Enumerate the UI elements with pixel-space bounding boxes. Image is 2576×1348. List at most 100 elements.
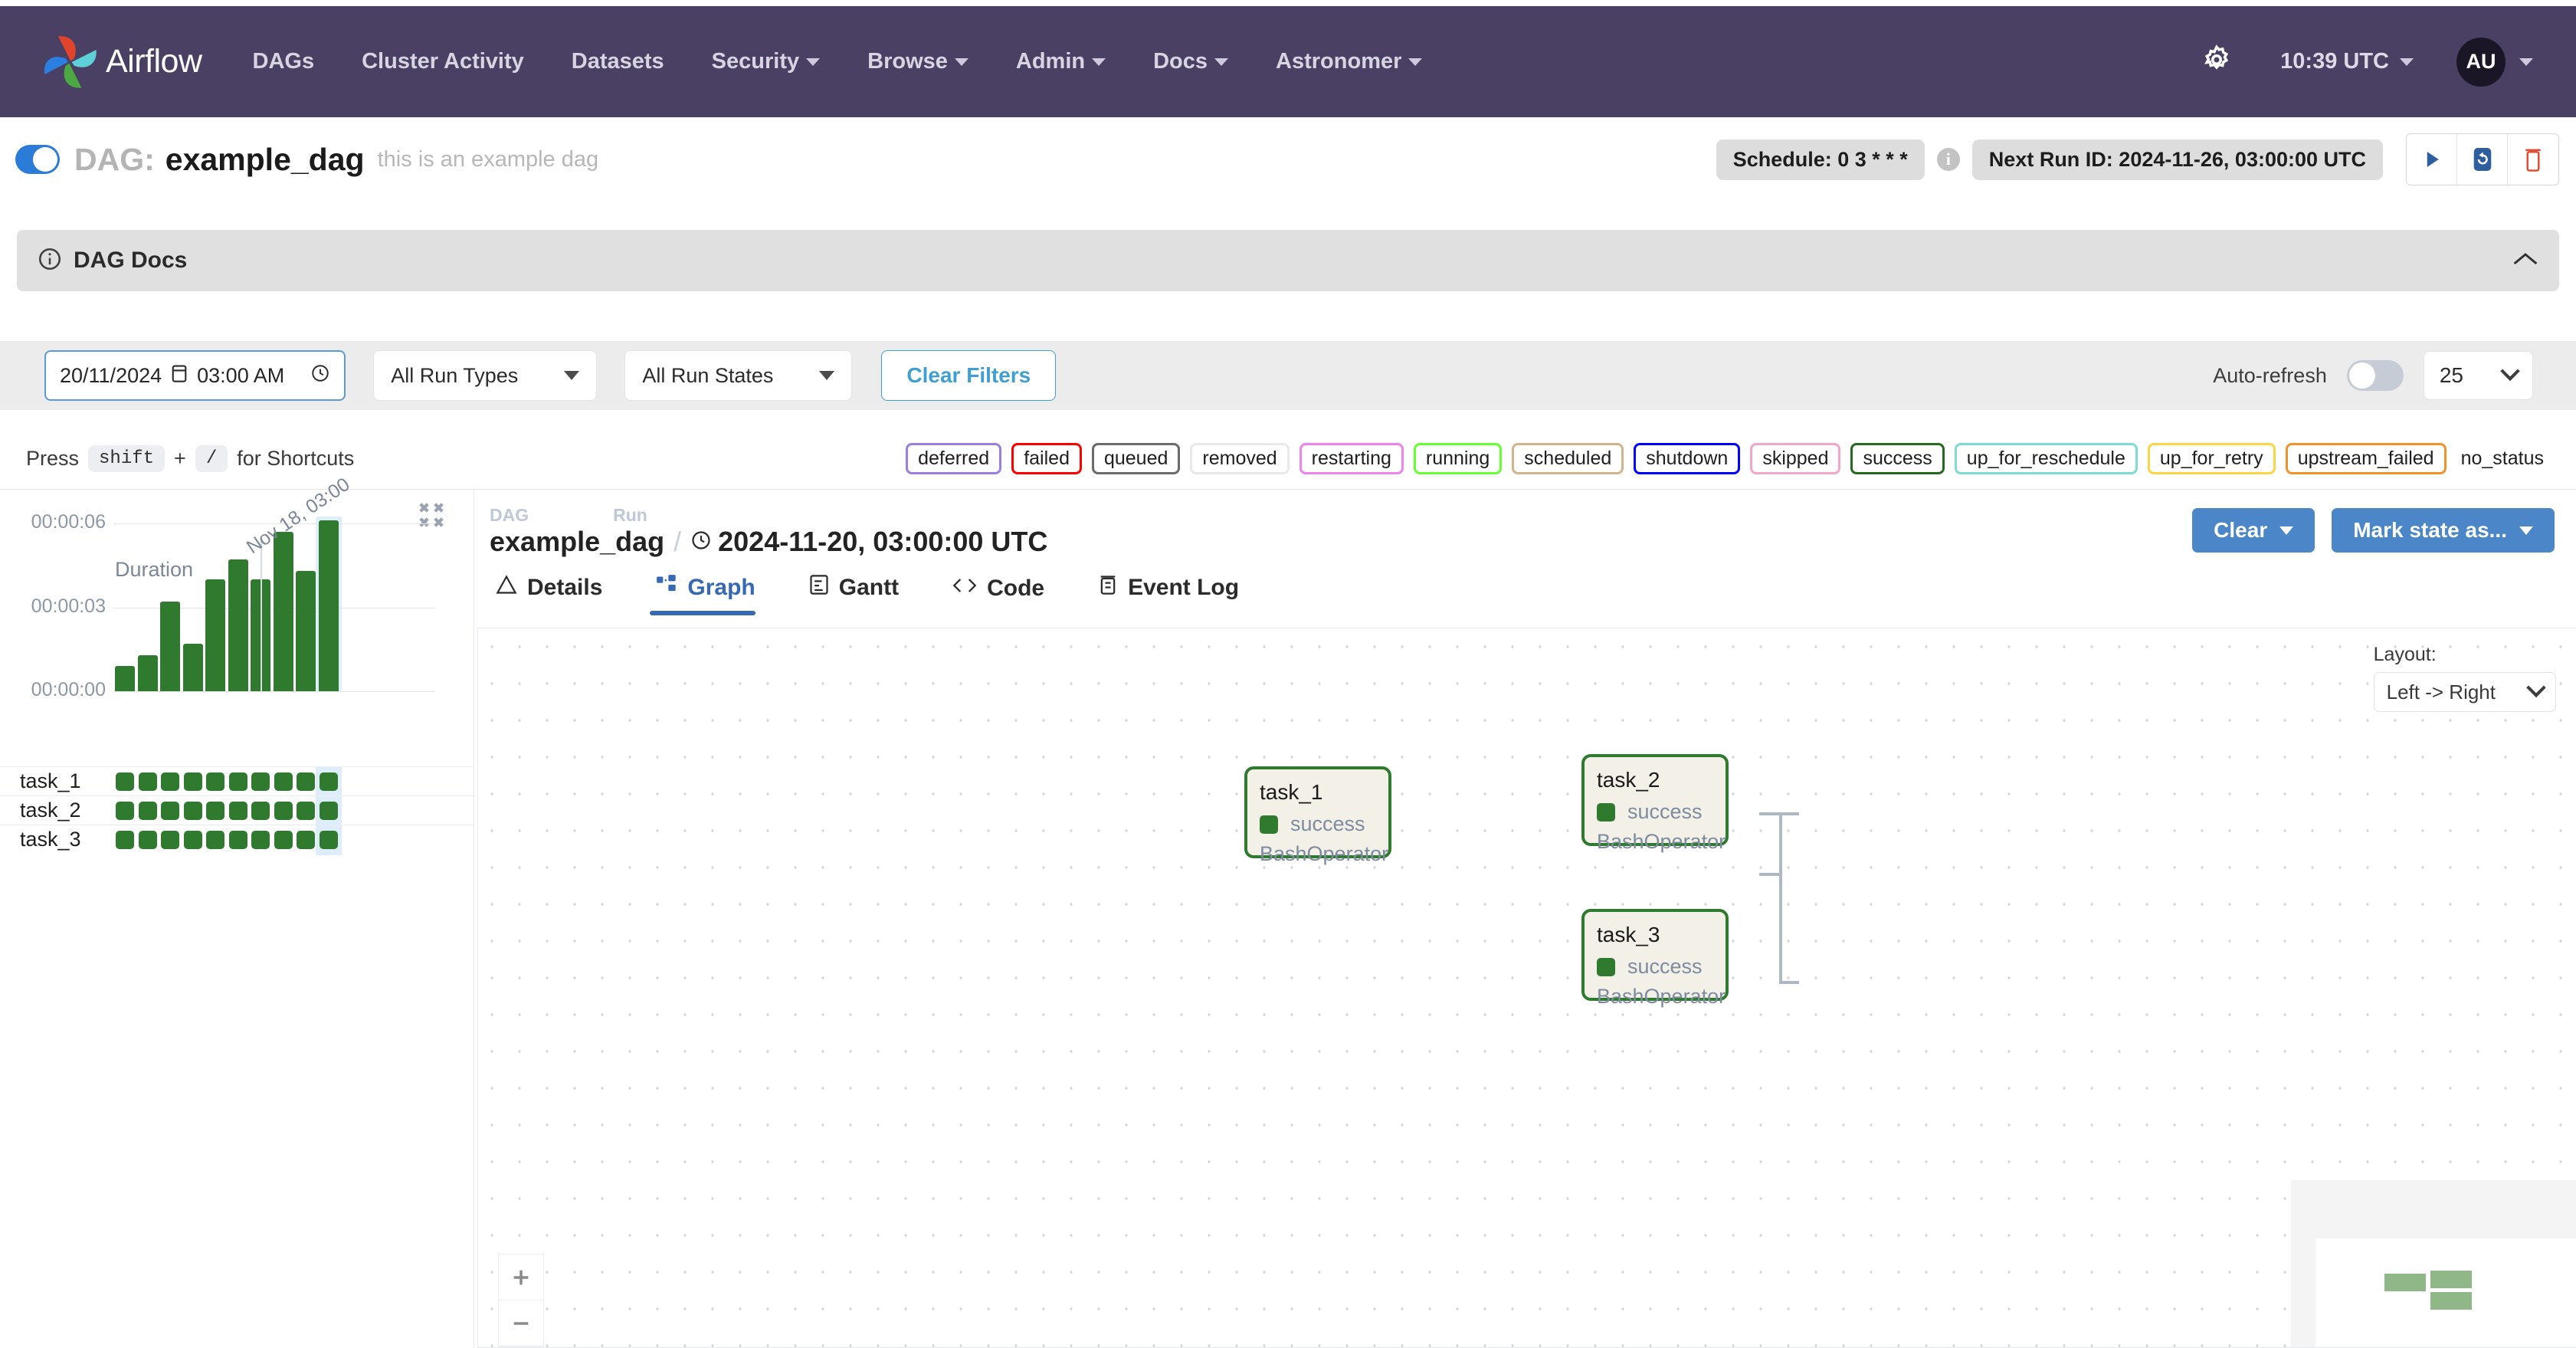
task-instance-square[interactable] xyxy=(116,802,134,820)
task-grid-row[interactable]: task_1 xyxy=(0,766,474,795)
tab-event-log[interactable]: Event Log xyxy=(1092,566,1262,615)
graph-minimap[interactable] xyxy=(2291,1180,2576,1347)
run-datetime-input[interactable]: 20/11/2024 03:00 AM xyxy=(44,350,346,401)
gear-icon[interactable] xyxy=(2201,44,2233,80)
run-type-select[interactable]: All Run Types xyxy=(373,350,597,401)
legend-pill-up-for-retry[interactable]: up_for_retry xyxy=(2148,443,2276,474)
task-instance-square[interactable] xyxy=(139,831,157,849)
task-instance-square[interactable] xyxy=(320,772,338,791)
tab-code[interactable]: Code xyxy=(946,568,1067,615)
nav-item-datasets[interactable]: Datasets xyxy=(572,49,664,74)
legend-pill-failed[interactable]: failed xyxy=(1011,443,1082,474)
zoom-out-icon[interactable] xyxy=(499,1300,543,1346)
duration-bar[interactable] xyxy=(160,602,180,691)
legend-pill-up-for-reschedule[interactable]: up_for_reschedule xyxy=(1955,443,2138,474)
user-menu[interactable]: AU xyxy=(2456,38,2533,87)
legend-pill-scheduled[interactable]: scheduled xyxy=(1512,443,1624,474)
task-instance-square[interactable] xyxy=(229,772,247,791)
breadcrumb-dag-value[interactable]: example_dag xyxy=(490,526,664,558)
task-instance-square[interactable] xyxy=(229,802,247,820)
legend-pill-running[interactable]: running xyxy=(1414,443,1502,474)
graph-canvas[interactable]: Layout: Left -> Right task_1 success Bas… xyxy=(477,628,2576,1348)
trigger-dag-icon[interactable] xyxy=(2407,134,2457,185)
auto-refresh-toggle[interactable] xyxy=(2347,360,2404,391)
legend-pill-skipped[interactable]: skipped xyxy=(1750,443,1840,474)
dag-pause-toggle[interactable] xyxy=(15,145,60,174)
graph-node-task-3[interactable]: task_3 success BashOperator xyxy=(1581,909,1729,1001)
task-instance-square[interactable] xyxy=(297,802,315,820)
task-instance-square[interactable] xyxy=(139,772,157,791)
schedule-badge[interactable]: Schedule: 0 3 * * * xyxy=(1716,139,1925,180)
nav-item-security[interactable]: Security xyxy=(712,49,820,74)
nav-item-admin[interactable]: Admin xyxy=(1016,49,1106,74)
task-instance-square[interactable] xyxy=(320,802,338,820)
delete-dag-icon[interactable] xyxy=(2508,134,2558,185)
brand-logo[interactable]: Airflow xyxy=(40,31,202,93)
duration-bar[interactable] xyxy=(274,532,293,691)
nav-item-dags[interactable]: DAGs xyxy=(253,49,315,74)
breadcrumb-run-value-wrap[interactable]: 2024-11-20, 03:00:00 UTC xyxy=(690,526,1047,558)
task-instance-square[interactable] xyxy=(206,831,224,849)
legend-pill-queued[interactable]: queued xyxy=(1092,443,1180,474)
task-instance-square[interactable] xyxy=(206,772,224,791)
task-instance-square[interactable] xyxy=(251,802,270,820)
task-instance-square[interactable] xyxy=(229,831,247,849)
task-instance-square[interactable] xyxy=(274,802,293,820)
next-run-badge[interactable]: Next Run ID: 2024-11-26, 03:00:00 UTC xyxy=(1972,139,2383,180)
duration-bar[interactable] xyxy=(183,644,203,691)
nav-item-astronomer[interactable]: Astronomer xyxy=(1276,49,1422,74)
graph-node-task-1[interactable]: task_1 success BashOperator xyxy=(1244,766,1391,858)
duration-bar[interactable] xyxy=(319,520,339,691)
reparse-dag-icon[interactable] xyxy=(2457,134,2508,185)
clear-filters-button[interactable]: Clear Filters xyxy=(881,350,1056,401)
task-instance-square[interactable] xyxy=(116,772,134,791)
task-grid-row[interactable]: task_2 xyxy=(0,795,474,825)
legend-pill-deferred[interactable]: deferred xyxy=(906,443,1001,474)
run-state-select[interactable]: All Run States xyxy=(624,350,852,401)
task-instance-square[interactable] xyxy=(184,831,202,849)
task-instance-square[interactable] xyxy=(297,772,315,791)
legend-pill-shutdown[interactable]: shutdown xyxy=(1634,443,1740,474)
task-instance-square[interactable] xyxy=(274,772,293,791)
tab-graph[interactable]: Graph xyxy=(650,566,778,615)
info-icon[interactable]: i xyxy=(1937,148,1960,171)
chevron-up-icon[interactable] xyxy=(2512,250,2539,272)
task-instance-square[interactable] xyxy=(251,831,270,849)
dag-docs-panel[interactable]: DAG Docs xyxy=(17,230,2559,291)
tab-gantt[interactable]: Gantt xyxy=(803,566,922,615)
task-instance-square[interactable] xyxy=(161,802,179,820)
task-grid-row[interactable]: task_3 xyxy=(0,825,474,854)
duration-bar[interactable] xyxy=(115,666,135,691)
nav-item-docs[interactable]: Docs xyxy=(1153,49,1228,74)
task-instance-square[interactable] xyxy=(161,772,179,791)
task-instance-square[interactable] xyxy=(320,831,338,849)
num-runs-select[interactable]: 25 xyxy=(2424,351,2533,400)
duration-bar[interactable] xyxy=(205,579,225,691)
duration-bar[interactable] xyxy=(138,655,158,691)
duration-bar[interactable] xyxy=(296,571,316,691)
legend-pill-success[interactable]: success xyxy=(1850,443,1944,474)
task-instance-square[interactable] xyxy=(206,802,224,820)
nav-item-cluster-activity[interactable]: Cluster Activity xyxy=(362,49,524,74)
task-instance-square[interactable] xyxy=(274,831,293,849)
legend-pill-removed[interactable]: removed xyxy=(1190,443,1289,474)
nav-item-browse[interactable]: Browse xyxy=(867,49,968,74)
mark-state-button[interactable]: Mark state as... xyxy=(2332,508,2555,553)
graph-node-task-2[interactable]: task_2 success BashOperator xyxy=(1581,754,1729,846)
legend-pill-upstream-failed[interactable]: upstream_failed xyxy=(2286,443,2447,474)
task-instance-square[interactable] xyxy=(139,802,157,820)
task-instance-square[interactable] xyxy=(161,831,179,849)
task-instance-square[interactable] xyxy=(184,802,202,820)
legend-pill-restarting[interactable]: restarting xyxy=(1299,443,1404,474)
task-instance-square[interactable] xyxy=(184,772,202,791)
clear-button[interactable]: Clear xyxy=(2192,508,2315,553)
duration-bar[interactable] xyxy=(228,559,248,691)
layout-select[interactable]: Left -> Right xyxy=(2374,672,2556,712)
zoom-in-icon[interactable] xyxy=(499,1255,543,1300)
utc-time-selector[interactable]: 10:39 UTC xyxy=(2280,49,2414,74)
task-instance-square[interactable] xyxy=(297,831,315,849)
task-instance-square[interactable] xyxy=(251,772,270,791)
task-instance-square[interactable] xyxy=(116,831,134,849)
clock-icon[interactable] xyxy=(310,363,330,389)
tab-details[interactable]: Details xyxy=(490,566,625,615)
